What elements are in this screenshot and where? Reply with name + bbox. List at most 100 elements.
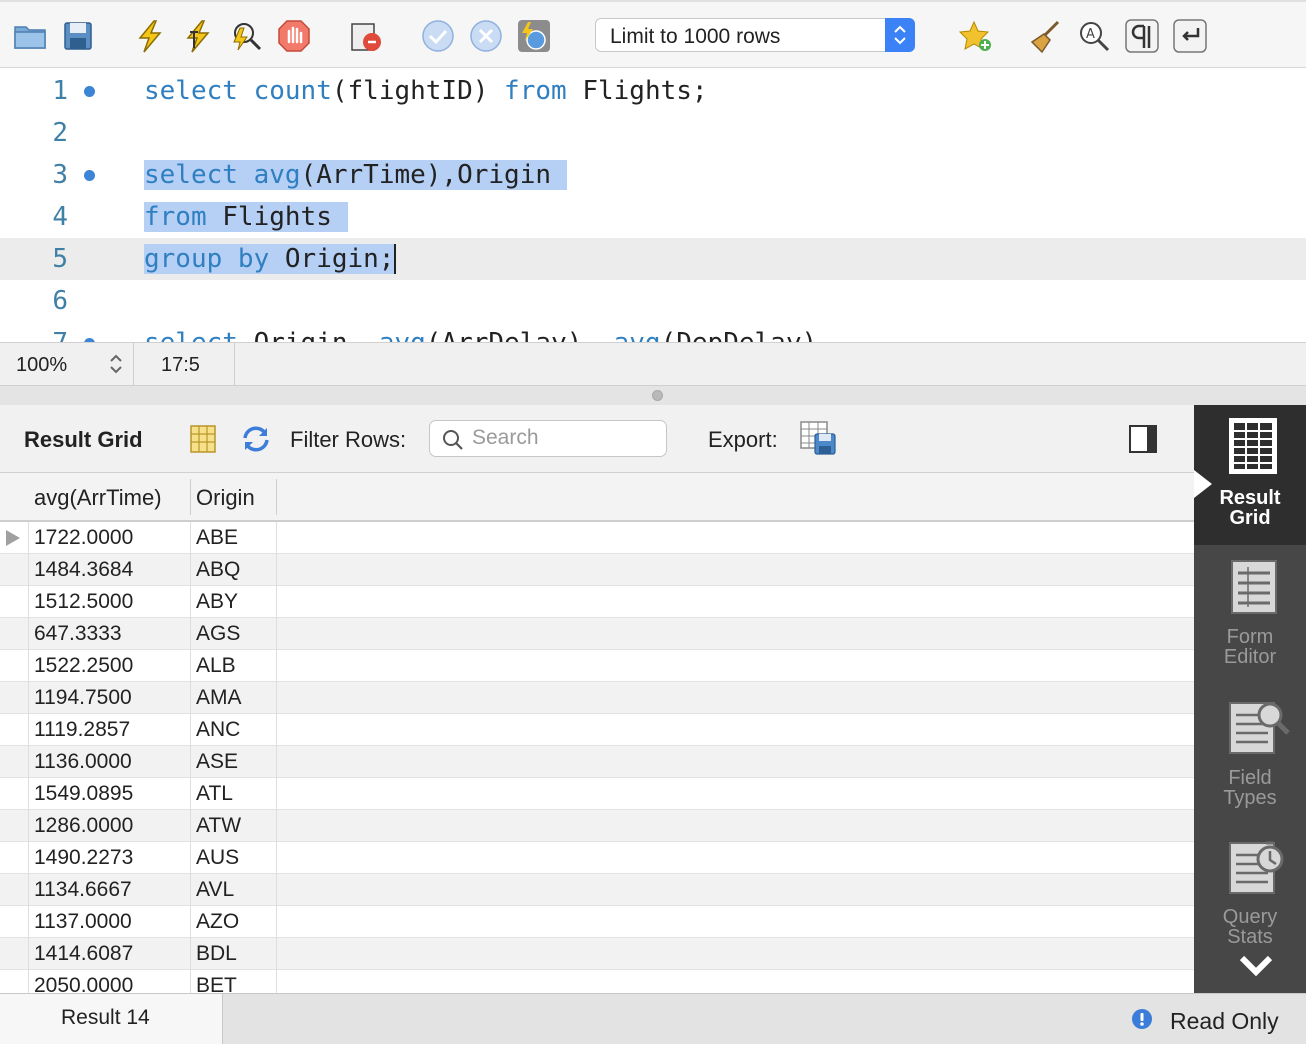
execute-icon[interactable] [132, 18, 168, 54]
table-row[interactable]: 1512.5000 ABY [0, 586, 1194, 618]
table-cell[interactable]: 2050.0000 [34, 974, 133, 993]
side-item-form-editor[interactable]: Form Editor [1194, 545, 1306, 685]
table-cell[interactable]: 1137.0000 [34, 910, 132, 934]
explain-icon[interactable] [228, 18, 264, 54]
table-cell[interactable]: ALB [196, 654, 236, 678]
grid-columns-icon[interactable] [189, 424, 217, 454]
table-row[interactable]: 1490.2273 AUS [0, 842, 1194, 874]
result-grid[interactable]: avg(ArrTime) Origin 1722.0000 ABE 1484.368… [0, 473, 1194, 993]
table-cell[interactable]: AZO [196, 910, 239, 934]
table-row[interactable]: 1137.0000 AZO [0, 906, 1194, 938]
table-cell[interactable]: ASE [196, 750, 238, 774]
refresh-icon[interactable] [239, 424, 273, 454]
chevron-down-icon[interactable] [1236, 950, 1276, 980]
table-cell[interactable]: AMA [196, 686, 242, 710]
find-replace-icon[interactable]: A [1076, 18, 1112, 54]
code-line[interactable]: 3 select avg(ArrTime),Origin [0, 154, 1306, 196]
query-stats-icon [1229, 841, 1284, 894]
table-row[interactable]: 1414.6087 BDL [0, 938, 1194, 970]
export-icon[interactable] [799, 420, 837, 456]
table-row[interactable]: 1522.2500 ALB [0, 650, 1194, 682]
side-item-query-stats[interactable]: Query Stats [1194, 825, 1306, 965]
table-row[interactable]: 1286.0000 ATW [0, 810, 1194, 842]
table-cell[interactable]: AGS [196, 622, 240, 646]
code-line[interactable]: 6 [0, 280, 1306, 322]
table-cell[interactable]: 1119.2857 [34, 718, 130, 742]
table-cell[interactable]: 1414.6087 [34, 942, 133, 966]
pane-splitter[interactable] [0, 386, 1306, 405]
column-header[interactable]: avg(ArrTime) [34, 485, 162, 511]
table-cell[interactable]: 1549.0895 [34, 782, 133, 806]
code-line[interactable]: 4 from Flights [0, 196, 1306, 238]
table-cell[interactable]: 1722.0000 [34, 526, 133, 550]
table-row[interactable]: 2050.0000 BET [0, 970, 1194, 993]
side-item-field-types[interactable]: Field Types [1194, 685, 1306, 825]
table-cell[interactable]: 1136.0000 [34, 750, 132, 774]
filter-search-input[interactable] [472, 426, 652, 450]
side-item-label: Editor [1223, 646, 1277, 668]
table-cell[interactable]: 1134.6667 [34, 878, 132, 902]
beautify-broom-icon[interactable] [1028, 18, 1064, 54]
table-cell[interactable]: ABQ [196, 558, 240, 582]
add-snippet-star-icon[interactable] [958, 18, 994, 54]
table-cell[interactable]: 1484.3684 [34, 558, 133, 582]
stepper-arrows-icon[interactable] [106, 352, 126, 376]
result-tab[interactable]: Result 14 [0, 994, 223, 1044]
cell-divider [190, 778, 191, 810]
statement-marker-icon [84, 170, 95, 181]
open-folder-icon[interactable] [12, 18, 48, 54]
table-cell[interactable]: ANC [196, 718, 240, 742]
cell-divider [28, 938, 29, 970]
table-cell[interactable]: ABY [196, 590, 238, 614]
column-divider[interactable] [190, 479, 191, 515]
filter-search-box[interactable] [429, 420, 667, 457]
table-cell[interactable]: 647.3333 [34, 622, 122, 646]
code-line[interactable]: 2 [0, 112, 1306, 154]
commit-icon[interactable] [420, 18, 456, 54]
stop-icon[interactable] [276, 18, 312, 54]
autocommit-icon[interactable] [516, 18, 552, 54]
cell-divider [28, 586, 29, 618]
table-cell[interactable]: AUS [196, 846, 239, 870]
table-row[interactable]: 1549.0895 ATL [0, 778, 1194, 810]
table-cell[interactable]: ATL [196, 782, 233, 806]
code-line[interactable]: 7 select Origin, avg(ArrDelay), avg(DepD… [0, 322, 1306, 342]
table-cell[interactable]: 1522.2500 [34, 654, 133, 678]
info-icon [1132, 1009, 1152, 1029]
code-line[interactable]: 5 group by Origin; [0, 238, 1306, 280]
zoom-stepper[interactable]: 100% [0, 343, 134, 385]
execute-current-icon[interactable] [180, 18, 216, 54]
table-row[interactable]: 1134.6667 AVL [0, 874, 1194, 906]
table-row[interactable]: 1722.0000 ABE [0, 522, 1194, 554]
table-row[interactable]: 1484.3684 ABQ [0, 554, 1194, 586]
export-label: Export: [708, 427, 778, 452]
table-cell[interactable]: BDL [196, 942, 237, 966]
invisible-chars-icon[interactable] [1124, 18, 1160, 54]
table-cell[interactable]: BET [196, 974, 237, 993]
table-row[interactable]: 1136.0000 ASE [0, 746, 1194, 778]
table-cell[interactable]: 1286.0000 [34, 814, 133, 838]
active-pointer-icon [1194, 470, 1212, 498]
table-cell[interactable]: 1194.7500 [34, 686, 132, 710]
table-cell[interactable]: AVL [196, 878, 234, 902]
stop-on-error-icon[interactable] [348, 18, 384, 54]
column-header[interactable]: Origin [196, 485, 255, 511]
word-wrap-icon[interactable] [1172, 18, 1208, 54]
rollback-icon[interactable] [468, 18, 504, 54]
table-cell[interactable]: 1490.2273 [34, 846, 133, 870]
table-row[interactable]: 1119.2857 ANC [0, 714, 1194, 746]
table-row[interactable]: 1194.7500 AMA [0, 682, 1194, 714]
table-cell[interactable]: ABE [196, 526, 238, 550]
code-line[interactable]: 1 select count(flightID) from Flights; [0, 70, 1306, 112]
save-icon[interactable] [60, 18, 96, 54]
selected-code-text: from Flights [144, 202, 348, 232]
cell-divider [190, 874, 191, 906]
column-divider[interactable] [276, 479, 277, 515]
splitter-handle-icon[interactable] [652, 390, 663, 401]
table-row[interactable]: 647.3333 AGS [0, 618, 1194, 650]
toggle-side-panel-icon[interactable] [1128, 424, 1158, 454]
sql-editor[interactable]: 1 select count(flightID) from Flights; 2… [0, 68, 1306, 342]
table-cell[interactable]: ATW [196, 814, 241, 838]
table-cell[interactable]: 1512.5000 [34, 590, 133, 614]
limit-rows-select[interactable]: Limit to 1000 rows [595, 18, 915, 52]
